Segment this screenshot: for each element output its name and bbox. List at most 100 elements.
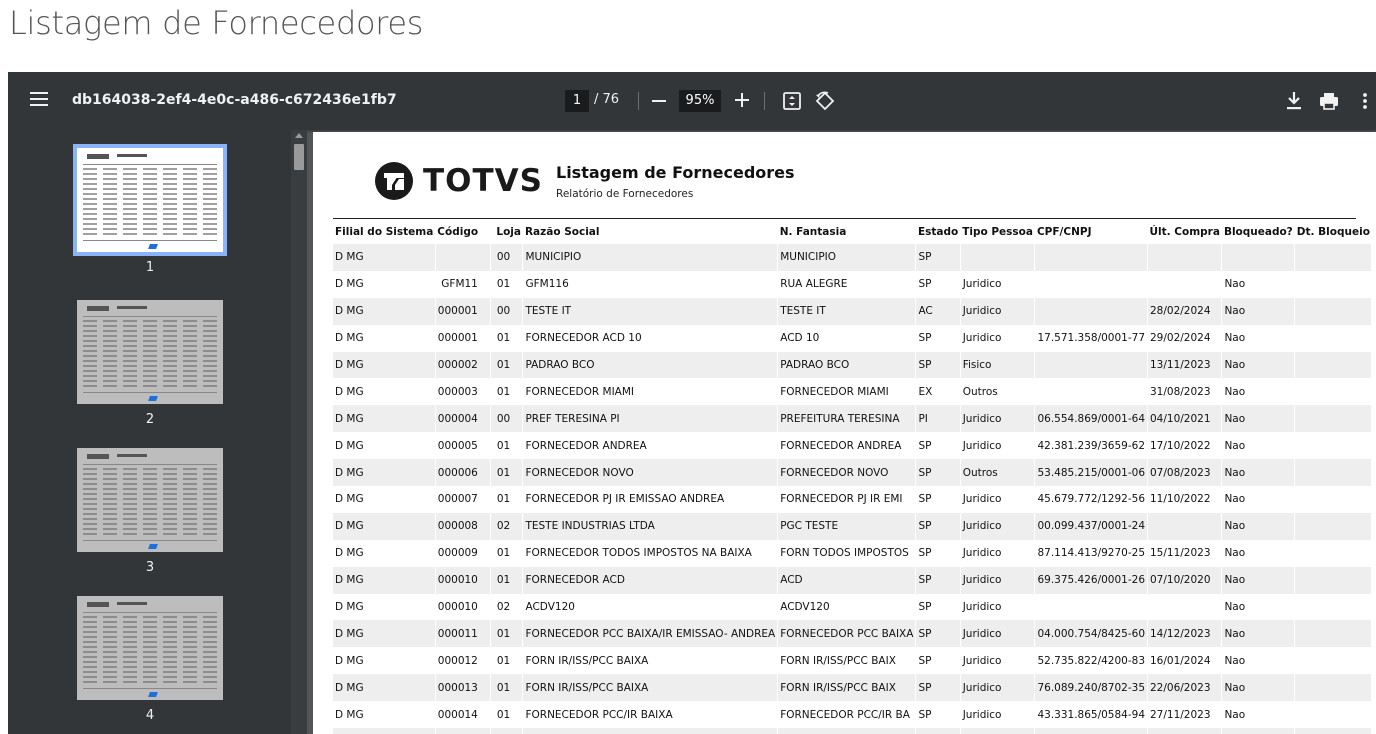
cell-dt-bloqueio: [1294, 405, 1373, 433]
cell-loja: 01: [490, 566, 524, 594]
table-row: D MG GFM11 01 GFM116 RUA ALEGRE SP Juridico Nao: [333, 270, 1373, 298]
cell-cpf-cnpj: [1034, 728, 1148, 734]
table-row: D MG 000010 02 ACDV120 ACDV120 SP Juridico Nao: [333, 593, 1373, 621]
table-row: D MG 000006 01 FORNECEDOR NOVO FORNECEDOR NO…: [333, 459, 1373, 487]
cell-estado: EX: [915, 378, 961, 406]
cell-razao-social: MUNICIPIO: [522, 244, 779, 271]
cell-nome-fantasia: ACDV120: [777, 593, 917, 621]
cell-estado: SP: [915, 701, 961, 729]
cell-loja: 01: [490, 432, 524, 460]
download-icon[interactable]: [1286, 91, 1302, 111]
cell-nome-fantasia: FORN IR/ISS/PCC BAIX: [777, 647, 917, 675]
file-name: db164038-2ef4-4e0c-a486-c672436e1fb7: [72, 92, 397, 108]
cell-cpf-cnpj: [1034, 378, 1148, 406]
cell-tipo-pessoa: Juridico: [960, 539, 1036, 567]
table-row: D MG 000004 00 PREF TERESINA PI PREFEITURA T…: [333, 405, 1373, 433]
cell-bloqueado: Nao: [1221, 566, 1296, 594]
more-options-icon[interactable]: [1362, 91, 1368, 111]
cell-codigo: 000012: [435, 647, 491, 675]
cell-codigo: 000003: [435, 378, 491, 406]
cell-bloqueado: Nao: [1221, 324, 1296, 352]
table-row: D MG 000009 01 FORNECEDOR TODOS IMPOSTOS NA…: [333, 539, 1373, 567]
table-row: D MG 000007 01 FORNECEDOR PJ IR EMISSAO AND…: [333, 486, 1373, 513]
cell-ultima-compra: 04/10/2021: [1147, 405, 1223, 433]
cell-codigo: [435, 244, 491, 271]
cell-codigo: GFM11: [435, 270, 491, 298]
cell-estado: SP: [915, 674, 961, 702]
cell-estado: SP: [915, 270, 961, 298]
cell-estado: SP: [915, 486, 961, 513]
column-header: Loja: [496, 226, 521, 238]
thumbnail-page-2[interactable]: 2: [74, 300, 226, 427]
cell-bloqueado: Nao: [1221, 378, 1296, 406]
cell-tipo-pessoa: Juridico: [960, 701, 1036, 729]
print-icon[interactable]: [1319, 91, 1339, 111]
zoom-in-icon[interactable]: [735, 93, 749, 107]
cell-ultima-compra: 07/10/2020: [1147, 566, 1223, 594]
fit-page-icon[interactable]: [782, 91, 802, 111]
cell-razao-social: FORNECEDOR PJ IR EMISSAO ANDREA: [522, 486, 779, 513]
cell-ultima-compra: 07/08/2023: [1147, 459, 1223, 487]
cell-dt-bloqueio: [1294, 674, 1373, 702]
cell-cpf-cnpj: [1034, 244, 1148, 271]
cell-dt-bloqueio: [1294, 270, 1373, 298]
page-number-input[interactable]: 1: [565, 90, 589, 112]
page-total: / 76: [594, 92, 620, 107]
cell-tipo-pessoa: [960, 728, 1036, 734]
cell-cpf-cnpj: 17.571.358/0001-77: [1034, 324, 1148, 352]
cell-tipo-pessoa: Juridico: [960, 405, 1036, 433]
cell-loja: 01: [490, 539, 524, 567]
thumbnail-page-1[interactable]: 1: [73, 144, 227, 275]
zoom-out-icon[interactable]: [652, 100, 666, 102]
cell-codigo: 000004: [435, 405, 491, 433]
cell-dt-bloqueio: [1294, 459, 1373, 487]
column-header: Tipo Pessoa: [962, 226, 1033, 238]
cell-razao-social: ACDV120: [522, 593, 779, 621]
cell-razao-social: FORNECEDOR PCC/IR BAIXA: [522, 701, 779, 729]
cell-nome-fantasia: FORN TODOS IMPOSTOS: [777, 539, 917, 567]
thumbnail-image: [77, 596, 223, 700]
scrollbar-thumb[interactable]: [294, 144, 304, 170]
cell-cpf-cnpj: 76.089.240/8702-35: [1034, 674, 1148, 702]
zoom-level-input[interactable]: 95%: [679, 90, 721, 112]
cell-estado: SP: [915, 566, 961, 594]
cell-razao-social: FORNECEDOR NOVO: [522, 459, 779, 487]
cell-cpf-cnpj: [1034, 593, 1148, 621]
cell-ultima-compra: [1147, 512, 1223, 540]
cell-nome-fantasia: ACD 10: [777, 324, 917, 352]
cell-loja: 01: [490, 674, 524, 702]
menu-icon[interactable]: [30, 92, 48, 106]
column-header: Estado: [917, 226, 959, 238]
thumbnail-page-4[interactable]: 4: [74, 596, 226, 723]
table-row: D MG 000013 01 FORN IR/ISS/PCC BAIXA FORN IR…: [333, 674, 1373, 702]
cell-loja: [490, 728, 524, 734]
cell-ultima-compra: 16/01/2024: [1147, 647, 1223, 675]
sidebar-scrollbar[interactable]: [291, 130, 307, 734]
cell-ultima-compra: 11/10/2022: [1147, 486, 1223, 513]
cell-bloqueado: Nao: [1221, 512, 1296, 540]
column-header: Bloqueado?: [1223, 226, 1293, 238]
toolbar-divider: [638, 92, 639, 110]
cell-codigo: 000013: [435, 674, 491, 702]
cell-dt-bloqueio: [1294, 324, 1373, 352]
cell-loja: 00: [490, 244, 524, 271]
cell-cpf-cnpj: 53.485.215/0001-06: [1034, 459, 1148, 487]
cell-ultima-compra: 28/02/2024: [1147, 297, 1223, 325]
scroll-up-arrow-icon[interactable]: [295, 133, 303, 138]
cell-bloqueado: Nao: [1221, 593, 1296, 621]
cell-dt-bloqueio: [1294, 566, 1373, 594]
cell-estado: SP: [915, 244, 961, 271]
cell-tipo-pessoa: Fisico: [960, 351, 1036, 379]
table-header-row: Filial do Sistema Código Loja Razão Soci…: [333, 220, 1372, 244]
cell-razao-social: FORN IR/ISS/PCC BAIXA: [522, 647, 779, 675]
cell-tipo-pessoa: Juridico: [960, 593, 1036, 621]
thumbnail-page-3[interactable]: 3: [74, 448, 226, 575]
cell-loja: 02: [490, 512, 524, 540]
rotate-icon[interactable]: [814, 90, 836, 112]
cell-nome-fantasia: PREFEITURA TERESINA: [777, 405, 917, 433]
cell-ultima-compra: [1147, 244, 1223, 271]
cell-dt-bloqueio: [1294, 244, 1373, 271]
thumbnail-label: 1: [145, 260, 155, 275]
cell-dt-bloqueio: [1294, 728, 1373, 734]
cell-tipo-pessoa: [960, 244, 1036, 271]
